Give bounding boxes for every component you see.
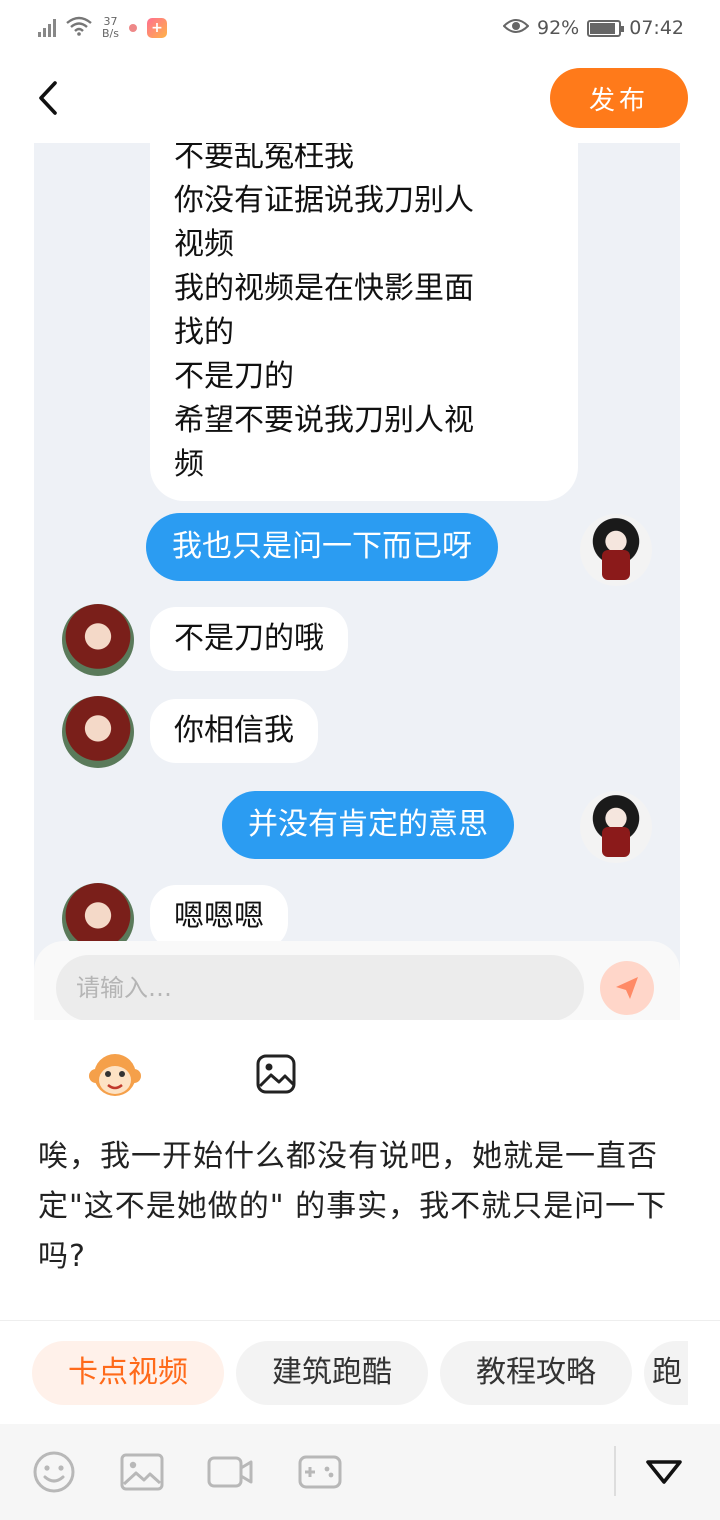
image-icon[interactable] bbox=[118, 1448, 166, 1496]
status-left: 37 B/s + bbox=[38, 16, 167, 40]
chat-bubble-other: 不是刀的哦 bbox=[150, 607, 348, 671]
tag-chip[interactable]: 跑 bbox=[644, 1341, 688, 1405]
chat-bubble-other: 嗯嗯嗯 bbox=[150, 885, 288, 949]
avatar-other bbox=[62, 604, 134, 676]
bubble-line: 找的 bbox=[174, 315, 234, 350]
bubble-line: 不是刀的 bbox=[174, 359, 294, 394]
back-button[interactable] bbox=[26, 76, 70, 120]
notification-dot-icon bbox=[128, 24, 137, 32]
status-right: 92% 07:42 bbox=[502, 17, 684, 39]
bubble-line: 希望不要说我刀别人视 bbox=[174, 403, 474, 438]
signal-icon bbox=[38, 19, 56, 37]
chat-screenshot-image: 不要乱冤枉我 你没有证据说我刀别人 视频 我的视频是在快影里面 找的 不是刀的 … bbox=[34, 143, 680, 1020]
toolbar-divider bbox=[614, 1446, 616, 1496]
video-icon[interactable] bbox=[206, 1448, 254, 1496]
status-bar: 37 B/s + 92% 07:42 bbox=[0, 0, 720, 56]
app-notification-icon: + bbox=[146, 18, 167, 38]
chat-bubble-other: 你相信我 bbox=[150, 699, 318, 763]
bubble-line: 频 bbox=[174, 447, 204, 482]
game-icon[interactable] bbox=[296, 1448, 344, 1496]
chevron-left-icon bbox=[39, 81, 57, 115]
chat-bubble-me: 我也只是问一下而已呀 bbox=[146, 513, 498, 581]
network-speed: 37 B/s bbox=[102, 16, 119, 40]
wifi-icon bbox=[66, 16, 92, 40]
topic-tags-bar: 卡点视频 建筑跑酷 教程攻略 跑 bbox=[0, 1320, 720, 1424]
send-icon bbox=[600, 961, 654, 1015]
bubble-line: 不要乱冤枉我 bbox=[174, 143, 354, 174]
monkey-emoji-icon[interactable] bbox=[88, 1050, 142, 1100]
tag-chip[interactable]: 卡点视频 bbox=[32, 1341, 224, 1405]
net-speed-unit: B/s bbox=[102, 27, 119, 40]
image-picker-icon[interactable] bbox=[254, 1052, 298, 1096]
avatar-other bbox=[62, 696, 134, 768]
chat-bubble-me: 并没有肯定的意思 bbox=[222, 791, 514, 859]
chat-input-bar: 请输入… bbox=[34, 941, 680, 1020]
battery-icon bbox=[587, 19, 625, 37]
bubble-line: 视频 bbox=[174, 227, 234, 262]
tag-chip[interactable]: 教程攻略 bbox=[440, 1341, 632, 1405]
avatar-me bbox=[580, 791, 652, 863]
bubble-line: 我的视频是在快影里面 bbox=[174, 271, 474, 306]
publish-button[interactable]: 发布 bbox=[550, 68, 688, 128]
battery-percent: 92% bbox=[537, 17, 580, 39]
chat-input-field: 请输入… bbox=[56, 955, 584, 1020]
avatar-me bbox=[580, 514, 652, 586]
post-body-text[interactable]: 唉，我一开始什么都没有说吧，她就是一直否定"这不是她做的" 的事实，我不就只是问… bbox=[38, 1132, 688, 1282]
clock: 07:42 bbox=[629, 17, 684, 39]
tag-chip[interactable]: 建筑跑酷 bbox=[236, 1341, 428, 1405]
eye-comfort-icon bbox=[502, 17, 530, 39]
emoji-icon[interactable] bbox=[30, 1448, 78, 1496]
bubble-line: 你没有证据说我刀别人 bbox=[174, 183, 474, 218]
bottom-toolbar bbox=[0, 1424, 720, 1520]
collapse-icon[interactable] bbox=[640, 1448, 688, 1496]
post-editor-screen: 37 B/s + 92% 07:42 发布 不要乱冤枉我 你没有证据说我刀别人 视… bbox=[0, 0, 720, 1520]
chat-bubble-long: 不要乱冤枉我 你没有证据说我刀别人 视频 我的视频是在快影里面 找的 不是刀的 … bbox=[150, 143, 578, 501]
